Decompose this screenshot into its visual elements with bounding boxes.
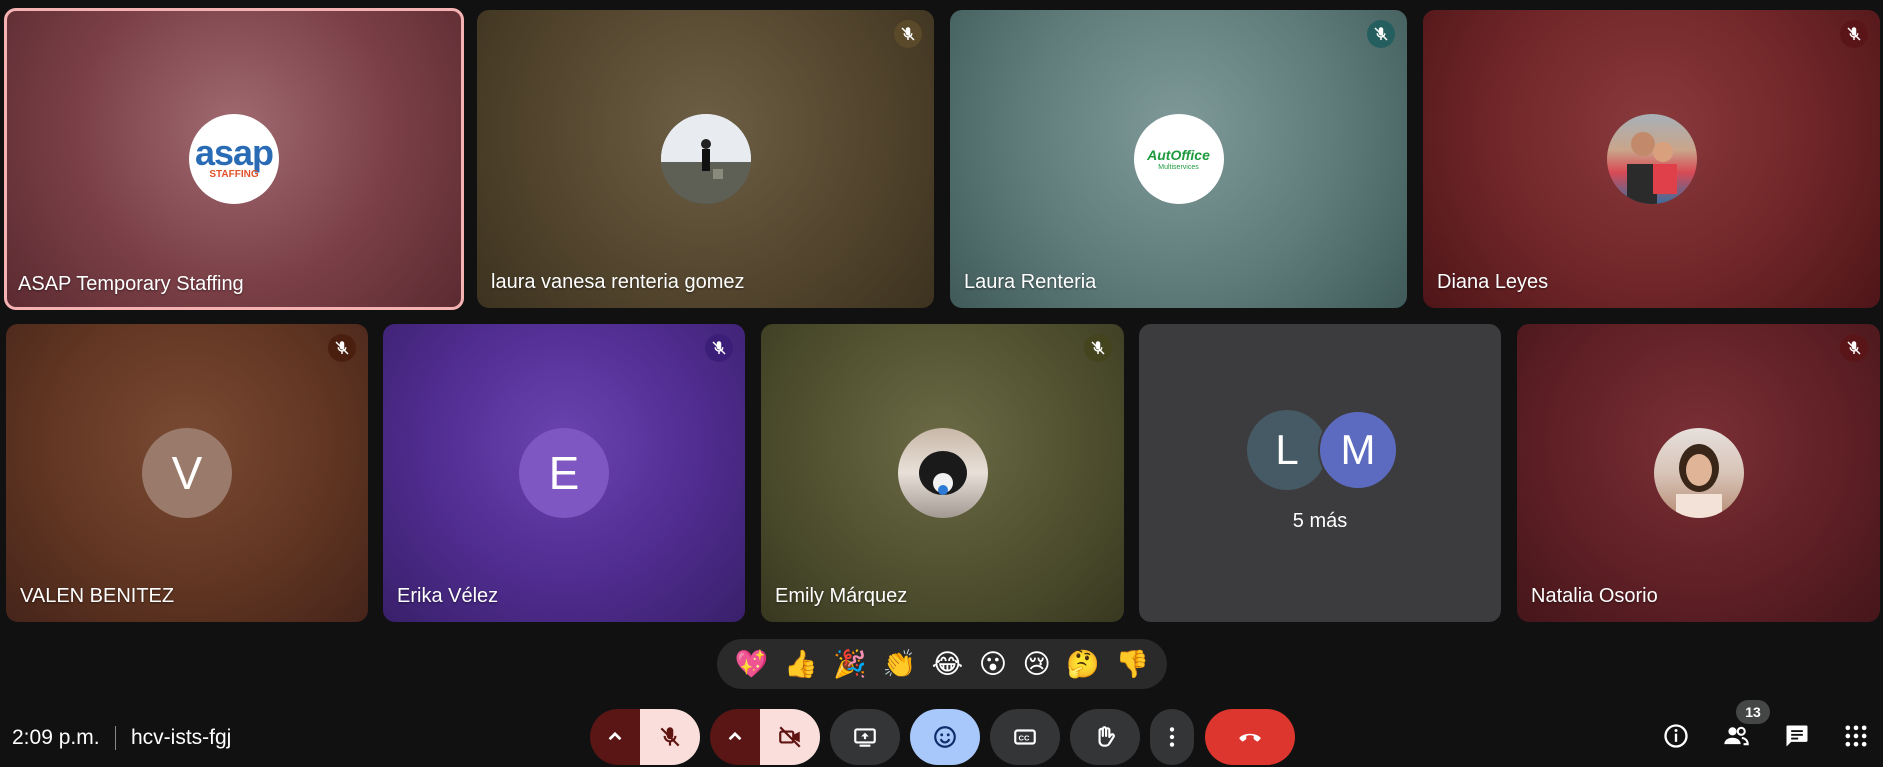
captions-icon: CC bbox=[1014, 729, 1036, 745]
avatar: AutOffice Multiservices bbox=[1133, 114, 1224, 204]
reaction-thumbs-down[interactable]: 👎 bbox=[1116, 650, 1150, 678]
reaction-clapping[interactable]: 👏 bbox=[882, 650, 916, 678]
more-vert-icon bbox=[1169, 727, 1175, 747]
end-call-icon bbox=[1239, 733, 1261, 742]
people-button[interactable] bbox=[1718, 718, 1754, 754]
camera-toggle-button[interactable] bbox=[760, 709, 820, 765]
participant-tile[interactable]: V VALEN BENITEZ bbox=[6, 324, 368, 622]
chat-icon bbox=[1786, 725, 1808, 747]
avatar-photo bbox=[897, 428, 988, 518]
mic-off-icon bbox=[1367, 20, 1395, 48]
autoffice-logo-sub: Multiservices bbox=[1158, 163, 1199, 171]
mic-off-icon bbox=[705, 334, 733, 362]
participant-tile[interactable]: laura vanesa renteria gomez bbox=[477, 10, 934, 308]
reaction-laughing[interactable]: 😂 bbox=[932, 650, 964, 678]
present-screen-icon bbox=[854, 728, 876, 747]
meeting-code: hcv-ists-fgj bbox=[131, 726, 232, 749]
avatar: asap STAFFING bbox=[189, 114, 279, 204]
people-icon bbox=[1724, 726, 1749, 746]
send-reaction-button[interactable] bbox=[910, 709, 980, 765]
participant-tile[interactable]: AutOffice Multiservices Laura Renteria bbox=[950, 10, 1407, 308]
activities-button[interactable] bbox=[1838, 718, 1874, 754]
mic-off-icon bbox=[660, 727, 680, 747]
reaction-thinking[interactable]: 🤔 bbox=[1066, 650, 1100, 678]
mic-off-icon bbox=[894, 20, 922, 48]
hand-icon bbox=[1098, 726, 1115, 747]
chevron-up-icon bbox=[728, 731, 742, 741]
reaction-party-popper[interactable]: 🎉 bbox=[833, 650, 867, 678]
control-bar: 2:09 p.m. hcv-ists-fgj CC 13 bbox=[0, 700, 1883, 767]
video-options-button[interactable] bbox=[710, 709, 760, 765]
mic-off-icon bbox=[1840, 20, 1868, 48]
meeting-time: 2:09 p.m. bbox=[12, 726, 100, 749]
present-screen-button[interactable] bbox=[830, 709, 900, 765]
reaction-crying[interactable]: 😢 bbox=[1023, 650, 1051, 678]
others-tile[interactable]: L M 5 más bbox=[1139, 324, 1501, 622]
participant-tile[interactable]: Emily Márquez bbox=[761, 324, 1124, 622]
participant-tile[interactable]: E Erika Vélez bbox=[383, 324, 745, 622]
reaction-sparkling-heart[interactable]: 💖 bbox=[735, 650, 769, 678]
participant-name: Emily Márquez bbox=[775, 585, 908, 607]
participant-name: Natalia Osorio bbox=[1531, 585, 1658, 607]
divider bbox=[115, 726, 116, 750]
avatar-photo bbox=[660, 114, 751, 204]
participant-name: Erika Vélez bbox=[397, 585, 499, 607]
microphone-toggle-button[interactable] bbox=[640, 709, 700, 765]
chevron-up-icon bbox=[608, 731, 622, 741]
participant-tile[interactable]: Diana Leyes bbox=[1423, 10, 1880, 308]
emoji-icon bbox=[934, 726, 956, 748]
more-participants-label: 5 más bbox=[1292, 510, 1348, 532]
mic-off-icon bbox=[328, 334, 356, 362]
participant-name: Diana Leyes bbox=[1437, 271, 1549, 293]
reaction-thumbs-up[interactable]: 👍 bbox=[784, 650, 818, 678]
apps-grid-icon bbox=[1845, 725, 1867, 747]
participant-name: Laura Renteria bbox=[964, 271, 1097, 293]
avatar-initial: E bbox=[519, 428, 609, 518]
camera-off-icon bbox=[779, 726, 801, 748]
avatar-initial: M bbox=[1318, 410, 1398, 490]
more-options-button[interactable] bbox=[1150, 709, 1194, 765]
chat-button[interactable] bbox=[1779, 718, 1815, 754]
avatar-photo bbox=[1653, 428, 1744, 518]
leave-call-button[interactable] bbox=[1205, 709, 1295, 765]
raise-hand-button[interactable] bbox=[1070, 709, 1140, 765]
meeting-details-button[interactable] bbox=[1658, 718, 1694, 754]
participant-name: laura vanesa renteria gomez bbox=[491, 271, 745, 293]
svg-text:CC: CC bbox=[1019, 733, 1030, 742]
participant-name: VALEN BENITEZ bbox=[20, 585, 175, 607]
reaction-surprised[interactable]: 😮 bbox=[979, 650, 1007, 678]
participant-name: ASAP Temporary Staffing bbox=[18, 273, 244, 295]
mic-off-icon bbox=[1084, 334, 1112, 362]
info-icon bbox=[1664, 724, 1688, 748]
avatar-photo bbox=[1606, 114, 1697, 204]
asap-logo-sub: STAFFING bbox=[209, 169, 259, 180]
mic-off-icon bbox=[1840, 334, 1868, 362]
avatar-initial: L bbox=[1247, 410, 1327, 490]
captions-button[interactable]: CC bbox=[990, 709, 1060, 765]
autoffice-logo-text: AutOffice bbox=[1147, 146, 1210, 163]
participant-tile[interactable]: Natalia Osorio bbox=[1517, 324, 1880, 622]
reactions-bar: 💖 👍 🎉 👏 😂 😮 😢 🤔 👎 bbox=[717, 639, 1167, 689]
asap-logo-text: asap bbox=[194, 132, 274, 173]
avatar-initial: V bbox=[142, 428, 232, 518]
audio-options-button[interactable] bbox=[590, 709, 640, 765]
participant-tile[interactable]: asap STAFFING ASAP Temporary Staffing bbox=[4, 8, 464, 310]
